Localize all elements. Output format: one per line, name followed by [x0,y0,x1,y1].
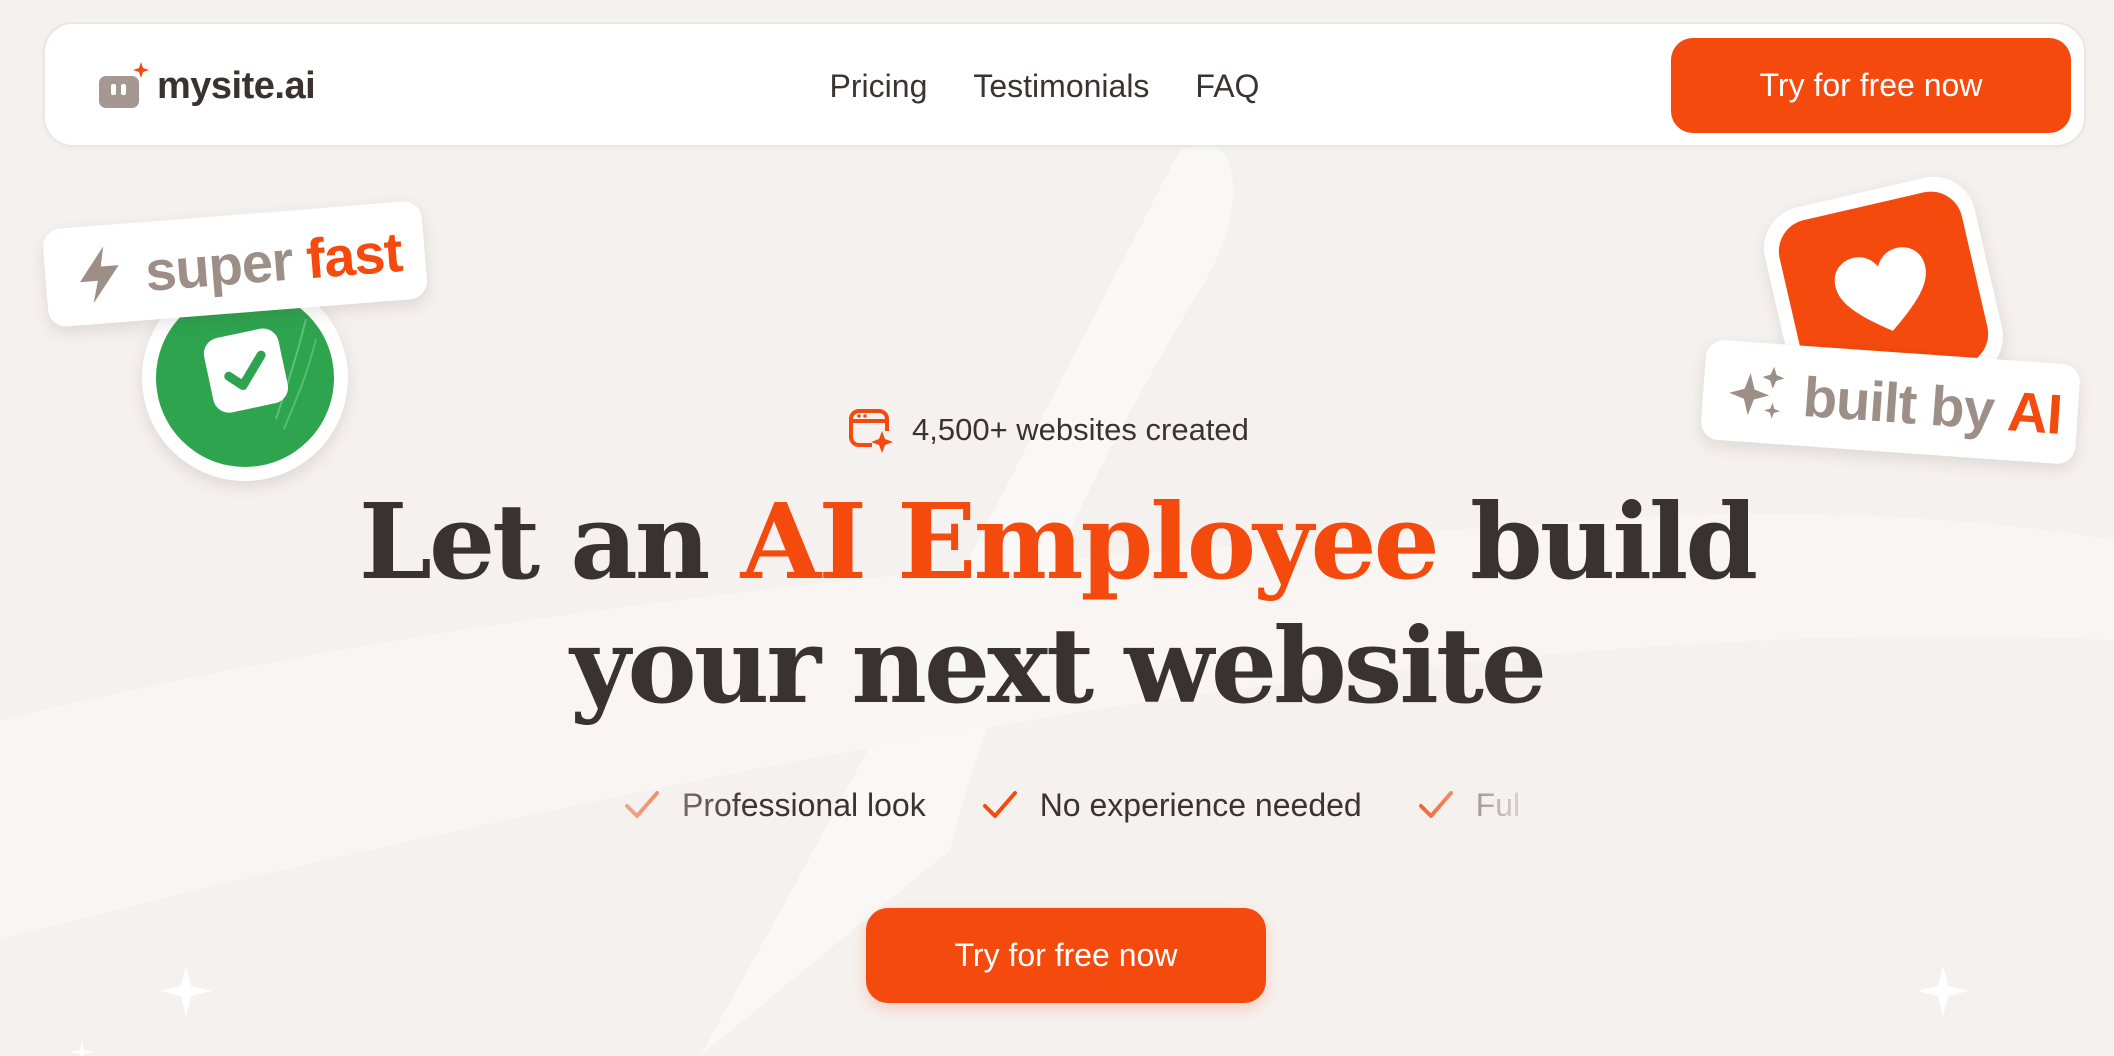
sparkle-decoration-icon [160,965,212,1017]
brand-logo[interactable]: mysite.ai [97,60,316,112]
nav-link-pricing[interactable]: Pricing [830,68,928,105]
feature-item: Ful [1418,787,1520,824]
check-icon [1418,791,1453,818]
websites-created-badge: 4,500+ websites created [848,405,1249,455]
sparkles-icon [1729,366,1785,419]
brand-name: mysite.ai [157,64,316,107]
browser-sparkle-icon [849,409,894,453]
check-icon [625,791,659,818]
headline-part-2: build [1436,480,1758,603]
hero-try-free-button[interactable]: Try for free now [866,908,1266,1003]
built-by-ai-sticker: built by AI [1699,339,2082,465]
sparkle-decoration-icon [70,1040,94,1056]
feature-label: No experience needed [1039,786,1362,823]
heart-icon [1834,246,1926,331]
websites-created-text: 4,500+ websites created [912,412,1249,447]
headline-accent: AI Employee [740,480,1440,603]
headline-line-2: your next website [569,604,1547,727]
sticker-word: super [142,228,295,303]
headline-part-1: Let an [358,480,741,603]
logo-icon [97,60,149,112]
feature-label: Ful [1475,786,1521,823]
sticker-accent-word: fast [303,219,405,290]
sticker-word: built by [1801,364,1997,441]
sparkle-decoration-icon [1917,965,1969,1017]
top-navbar: mysite.ai Pricing Testimonials FAQ Try f… [43,22,2086,147]
nav-link-faq[interactable]: FAQ [1195,68,1259,105]
nav-link-testimonials[interactable]: Testimonials [973,68,1149,105]
feature-item: Professional look [624,787,926,824]
check-icon [982,791,1017,818]
lightning-icon [79,246,119,304]
feature-label: Professional look [682,786,926,823]
super-fast-sticker: super fast [41,200,429,328]
feature-list: Professional look No experience needed F… [624,780,1544,830]
sticker-accent-word: AI [2005,378,2064,446]
feature-item: No experience needed [982,787,1362,824]
headline-line-1: Let an AI Employee build [0,480,2114,604]
nav-try-free-button[interactable]: Try for free now [1671,38,2071,133]
hero-headline: Let an AI Employee build your next websi… [0,480,2114,728]
